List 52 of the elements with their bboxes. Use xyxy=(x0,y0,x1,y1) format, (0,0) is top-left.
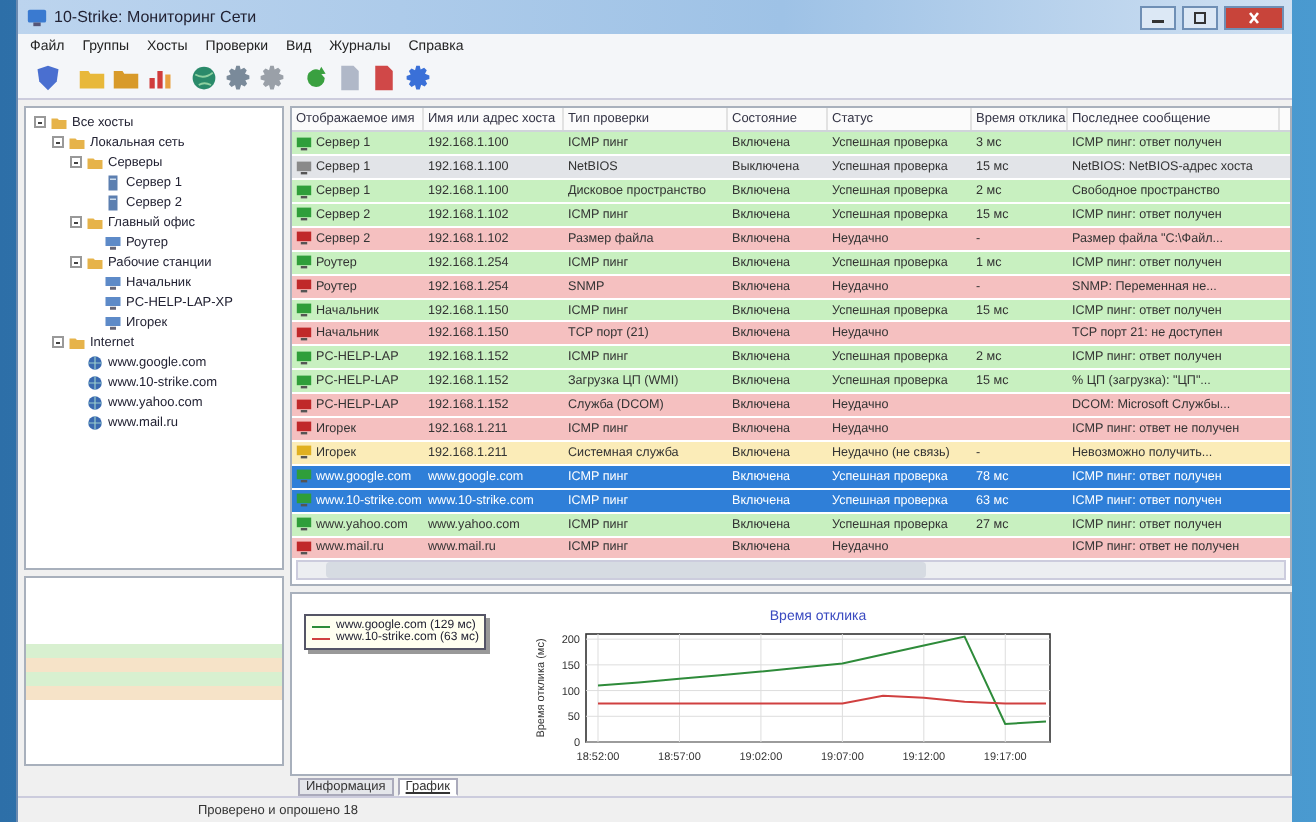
horizontal-scrollbar[interactable] xyxy=(296,560,1286,580)
monitor-icon xyxy=(296,159,312,176)
close-button[interactable] xyxy=(1224,5,1284,29)
close-icon xyxy=(1244,9,1264,25)
monitor-icon xyxy=(296,349,312,366)
server-icon xyxy=(104,173,122,191)
folder-icon xyxy=(68,333,86,351)
monitor-icon xyxy=(296,278,312,295)
expand-toggle[interactable] xyxy=(70,216,82,228)
monitor-icon xyxy=(296,230,312,247)
monitor-icon xyxy=(296,373,312,390)
monitor-icon xyxy=(296,468,312,485)
app-icon xyxy=(26,6,48,28)
monitor-icon xyxy=(296,539,312,556)
shield-icon[interactable] xyxy=(34,64,62,92)
monitor-icon xyxy=(296,492,312,509)
expand-toggle[interactable] xyxy=(52,336,64,348)
minimize-button[interactable] xyxy=(1140,5,1176,29)
expand-toggle[interactable] xyxy=(34,116,46,128)
computer-icon xyxy=(104,313,122,331)
monitor-icon xyxy=(296,420,312,437)
gear-icon[interactable] xyxy=(224,64,252,92)
server-icon xyxy=(104,193,122,211)
monitor-icon xyxy=(296,444,312,461)
expand-toggle[interactable] xyxy=(70,256,82,268)
maximize-icon xyxy=(1190,9,1210,25)
monitor-icon xyxy=(296,135,312,152)
folder-icon xyxy=(86,213,104,231)
window-title: 10-Strike: Мониторинг Сети xyxy=(54,8,257,26)
monitor-icon xyxy=(296,397,312,414)
monitor-icon xyxy=(296,325,312,342)
monitor-icon xyxy=(296,183,312,200)
monitor-icon xyxy=(296,302,312,319)
monitor-icon xyxy=(296,254,312,271)
refresh-icon[interactable] xyxy=(302,64,330,92)
monitor-icon xyxy=(296,206,312,223)
globe-icon xyxy=(86,393,104,411)
maximize-button[interactable] xyxy=(1182,5,1218,29)
globe-icon xyxy=(86,373,104,391)
expand-toggle[interactable] xyxy=(70,156,82,168)
computer-icon xyxy=(104,233,122,251)
globe-icon[interactable] xyxy=(190,64,218,92)
expand-toggle[interactable] xyxy=(52,136,64,148)
globe-icon xyxy=(86,353,104,371)
document-icon[interactable] xyxy=(370,64,398,92)
monitor-icon xyxy=(296,516,312,533)
folder-icon xyxy=(86,253,104,271)
globe-icon xyxy=(86,413,104,431)
settings-icon[interactable] xyxy=(404,64,432,92)
gear-icon[interactable] xyxy=(258,64,286,92)
computer-icon xyxy=(104,293,122,311)
computer-icon xyxy=(104,273,122,291)
